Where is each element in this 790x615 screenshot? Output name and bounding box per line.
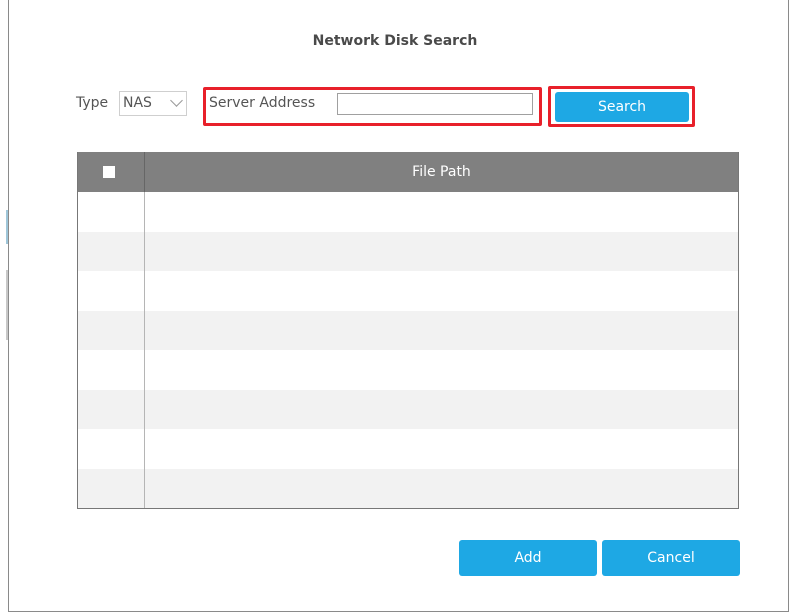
column-divider [144,192,145,508]
table-row[interactable] [78,231,738,271]
table-row[interactable] [78,192,738,232]
table-row[interactable] [78,389,738,429]
file-path-table: File Path [77,152,739,509]
table-row[interactable] [78,350,738,390]
column-header-file-path: File Path [412,164,471,180]
search-button[interactable]: Search [555,92,689,122]
cancel-button[interactable]: Cancel [602,540,740,576]
type-select-value: NAS [123,95,152,111]
table-row[interactable] [78,271,738,311]
table-row[interactable] [78,310,738,350]
table-row[interactable] [78,468,738,508]
chevron-down-icon [170,94,183,107]
type-select[interactable]: NAS [119,91,187,116]
server-address-label: Server Address [209,95,316,111]
table-row[interactable] [78,429,738,469]
server-address-input[interactable] [337,93,533,115]
type-label: Type [76,95,109,111]
table-body [78,192,738,508]
add-button[interactable]: Add [459,540,597,576]
table-header: File Path [78,152,738,192]
dialog-title: Network Disk Search [312,33,478,49]
select-all-checkbox[interactable] [103,166,115,178]
